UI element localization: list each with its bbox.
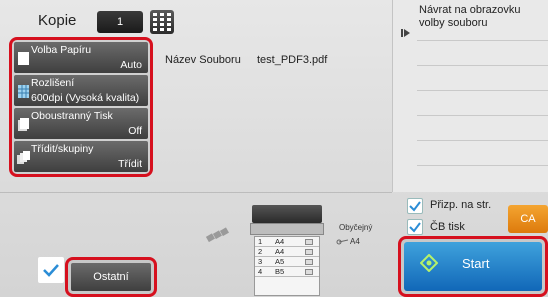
setting-label: Rozlišení bbox=[31, 77, 75, 89]
check-icon bbox=[409, 201, 421, 212]
arrow-icon bbox=[336, 239, 348, 245]
list-item bbox=[417, 165, 548, 190]
keypad-icon bbox=[153, 13, 171, 31]
setting-label: Oboustranný Tisk bbox=[31, 110, 113, 122]
copies-label: Kopie bbox=[38, 12, 77, 29]
check-icon bbox=[409, 222, 421, 233]
fit-page-checkbox[interactable] bbox=[407, 198, 423, 214]
file-name-label: Název Souboru bbox=[165, 54, 241, 66]
start-icon bbox=[420, 254, 438, 272]
sort-icon bbox=[17, 151, 30, 164]
output-paper-type: Obyčejný bbox=[339, 223, 373, 232]
setting-value: Off bbox=[128, 125, 142, 137]
setting-value: Auto bbox=[120, 59, 142, 71]
paper-icon bbox=[18, 52, 29, 65]
ca-button[interactable]: CA bbox=[508, 205, 548, 233]
paper-select-button[interactable]: Volba Papíru Auto bbox=[14, 42, 148, 73]
resolution-icon bbox=[18, 85, 29, 98]
file-name-value: test_PDF3.pdf bbox=[257, 54, 328, 66]
right-panel: Návrat na obrazovku volby souboru bbox=[392, 0, 548, 192]
printer-body bbox=[250, 223, 324, 235]
keypad-button[interactable] bbox=[150, 10, 174, 34]
setting-label: Volba Papíru bbox=[31, 44, 92, 56]
setting-label: Třídit/skupiny bbox=[31, 143, 94, 155]
tray-list: 1 A4 2 A4 3 A5 4 B5 bbox=[254, 236, 320, 296]
tray-row[interactable]: 2 A4 bbox=[255, 247, 319, 257]
start-highlight: Start bbox=[398, 236, 548, 297]
setting-value: 600dpi (Vysoká kvalita) bbox=[31, 92, 140, 104]
print-screen: Kopie 1 Volba Papíru Auto Rozlišení 600d… bbox=[0, 0, 548, 297]
printer-illustration: 1 A4 2 A4 3 A5 4 B5 bbox=[248, 205, 326, 297]
other-button[interactable]: Ostatní bbox=[71, 263, 151, 291]
output-paper-size: A4 bbox=[350, 237, 360, 246]
tray-row[interactable]: 3 A5 bbox=[255, 257, 319, 267]
bw-print-checkbox[interactable] bbox=[407, 219, 423, 235]
list-item bbox=[417, 115, 548, 140]
sort-group-button[interactable]: Třídit/skupiny Třídit bbox=[14, 141, 148, 172]
setting-value: Třídit bbox=[118, 158, 142, 170]
settings-panel: Volba Papíru Auto Rozlišení 600dpi (Vyso… bbox=[9, 37, 153, 177]
bw-print-label: ČB tisk bbox=[430, 221, 465, 233]
tray-row[interactable]: 1 A4 bbox=[255, 237, 319, 247]
start-button[interactable]: Start bbox=[404, 242, 542, 291]
tray-row[interactable]: 4 B5 bbox=[255, 267, 319, 277]
duplex-icon bbox=[18, 118, 29, 131]
check-icon bbox=[43, 264, 59, 277]
copies-input[interactable]: 1 bbox=[97, 11, 143, 33]
other-highlight: Ostatní bbox=[65, 257, 157, 297]
list-item bbox=[417, 90, 548, 115]
other-checkbox[interactable] bbox=[38, 257, 64, 283]
back-arrow-icon bbox=[401, 28, 411, 38]
fit-page-label: Přizp. na str. bbox=[430, 199, 492, 211]
resolution-button[interactable]: Rozlišení 600dpi (Vysoká kvalita) bbox=[14, 75, 148, 106]
duplex-button[interactable]: Oboustranný Tisk Off bbox=[14, 108, 148, 139]
printer-top bbox=[252, 205, 322, 223]
right-list bbox=[417, 40, 548, 190]
return-to-file-select[interactable]: Návrat na obrazovku volby souboru bbox=[419, 4, 547, 30]
list-item bbox=[417, 40, 548, 65]
list-item bbox=[417, 140, 548, 165]
list-item bbox=[417, 65, 548, 90]
divider bbox=[0, 192, 392, 193]
start-label: Start bbox=[462, 256, 490, 271]
feed-icon bbox=[205, 227, 229, 243]
